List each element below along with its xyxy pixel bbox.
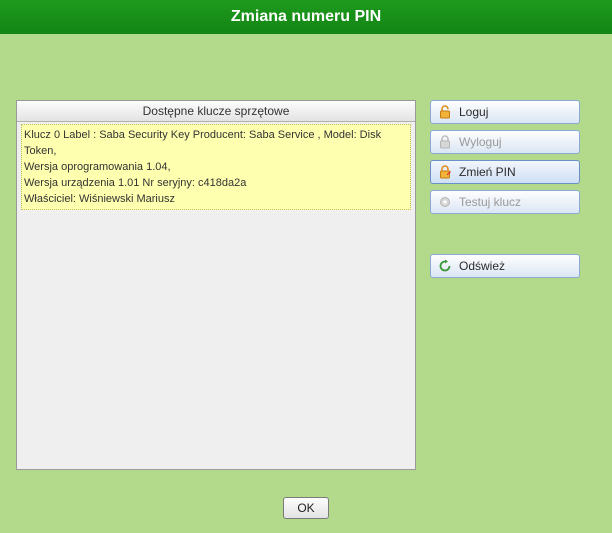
refresh-button-label: Odśwież bbox=[459, 259, 505, 273]
hardware-key-line1: Klucz 0 Label : Saba Security Key Produc… bbox=[24, 129, 381, 157]
test-key-button-label: Testuj klucz bbox=[459, 195, 521, 209]
dialog-body: Dostępne klucze sprzętowe Klucz 0 Label … bbox=[16, 100, 596, 473]
refresh-button[interactable]: Odśwież bbox=[430, 254, 580, 278]
logout-button-label: Wyloguj bbox=[459, 135, 502, 149]
dialog-title: Zmiana numeru PIN bbox=[0, 0, 612, 34]
hardware-key-item[interactable]: Klucz 0 Label : Saba Security Key Produc… bbox=[21, 124, 411, 210]
change-pin-button[interactable]: Zmień PIN bbox=[430, 160, 580, 184]
lock-icon bbox=[437, 134, 453, 150]
hardware-key-line2: Wersja oprogramowania 1.04, bbox=[24, 161, 171, 173]
hardware-keys-panel: Dostępne klucze sprzętowe Klucz 0 Label … bbox=[16, 100, 416, 470]
pin-change-dialog: Zmiana numeru PIN Dostępne klucze sprzęt… bbox=[0, 0, 612, 533]
login-button-label: Loguj bbox=[459, 105, 488, 119]
ok-button[interactable]: OK bbox=[283, 497, 329, 519]
unlock-icon bbox=[437, 104, 453, 120]
actions-panel: Loguj Wyloguj Zmień PIN Testuj klucz bbox=[430, 100, 580, 284]
refresh-icon bbox=[437, 258, 453, 274]
key-edit-icon bbox=[437, 164, 453, 180]
change-pin-button-label: Zmień PIN bbox=[459, 165, 516, 179]
hardware-keys-list[interactable]: Klucz 0 Label : Saba Security Key Produc… bbox=[17, 122, 415, 212]
logout-button: Wyloguj bbox=[430, 130, 580, 154]
test-key-button: Testuj klucz bbox=[430, 190, 580, 214]
dialog-footer: OK bbox=[0, 497, 612, 519]
hardware-key-line4: Właściciel: Wiśniewski Mariusz bbox=[24, 193, 175, 205]
hardware-keys-header: Dostępne klucze sprzętowe bbox=[17, 101, 415, 122]
gear-icon bbox=[437, 194, 453, 210]
hardware-key-line3: Wersja urządzenia 1.01 Nr seryjny: c418d… bbox=[24, 177, 246, 189]
login-button[interactable]: Loguj bbox=[430, 100, 580, 124]
